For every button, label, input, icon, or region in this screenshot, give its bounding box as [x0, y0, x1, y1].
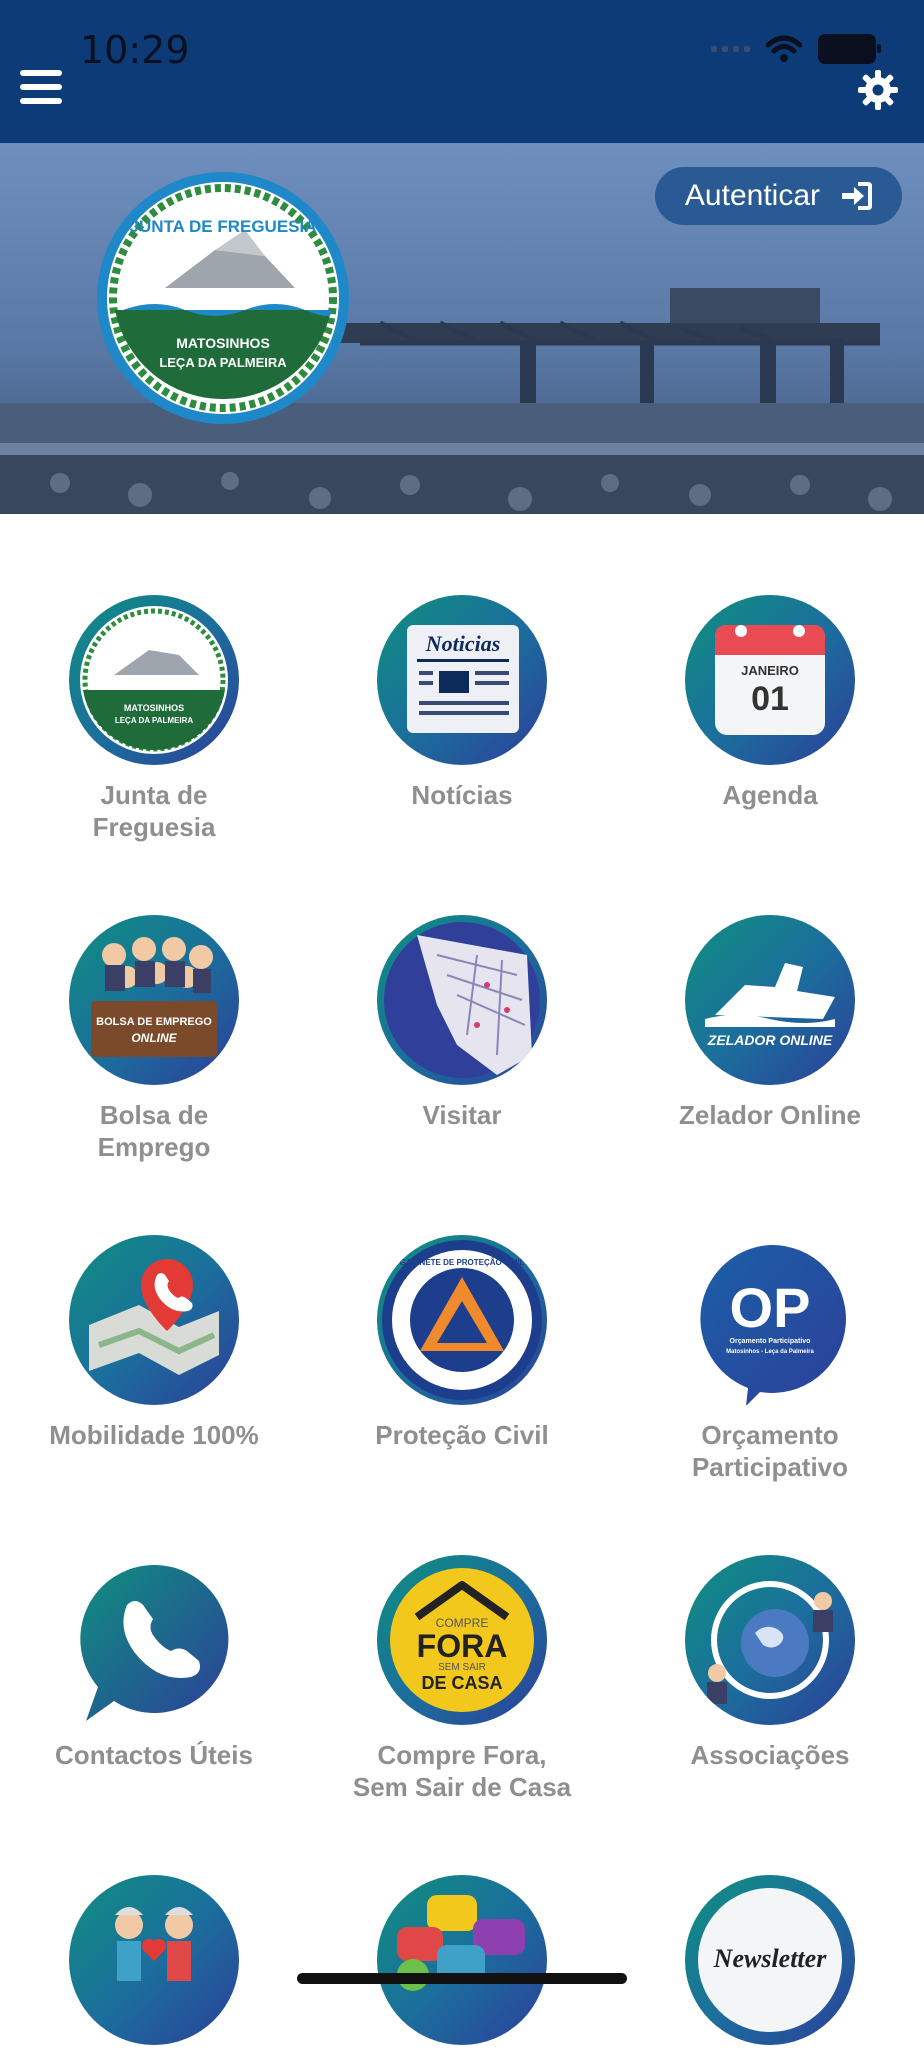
calendar-icon: JANEIRO 01	[685, 595, 855, 765]
battery-icon	[818, 34, 881, 64]
tile-noticias[interactable]: Noticias Notícias	[308, 595, 616, 811]
newsletter-icon: Newsletter	[685, 1875, 855, 2045]
map-icon	[377, 915, 547, 1085]
zelador-icon: ZELADOR ONLINE	[685, 915, 855, 1085]
svg-text:01: 01	[751, 680, 789, 718]
tile-compre-fora[interactable]: COMPRE FORA SEM SAIR DE CASA Compre Fora…	[308, 1555, 616, 1803]
hero-banner: JUNTA DE FREGUESIA MATOSINHOS LEÇA DA PA…	[0, 143, 924, 514]
junta-logo: JUNTA DE FREGUESIA MATOSINHOS LEÇA DA PA…	[97, 172, 349, 424]
authenticate-button[interactable]: Autenticar	[654, 167, 902, 225]
seniors-icon	[69, 1875, 239, 2045]
tile-newsletter[interactable]: Newsletter	[616, 1875, 924, 2059]
tile-speech-bubbles[interactable]	[308, 1875, 616, 2059]
tile-orcamento-participativo[interactable]: OP Orçamento Participativo Matosinhos - …	[616, 1235, 924, 1483]
home-indicator[interactable]	[297, 1973, 627, 1984]
hamburger-icon	[20, 70, 62, 76]
tile-label: Visitar	[422, 1100, 502, 1130]
tile-zelador-online[interactable]: ZELADOR ONLINE Zelador Online	[616, 915, 924, 1131]
tile-agenda[interactable]: JANEIRO 01 Agenda	[616, 595, 924, 811]
phone-icon	[69, 1555, 239, 1725]
tile-associacoes[interactable]: Associações	[616, 1555, 924, 1771]
svg-text:MATOSINHOS: MATOSINHOS	[124, 703, 184, 713]
tile-visitar[interactable]: Visitar	[308, 915, 616, 1131]
svg-text:LEÇA DA PALMEIRA: LEÇA DA PALMEIRA	[115, 716, 194, 725]
cellular-signal-icon	[711, 46, 750, 52]
tile-seniors[interactable]	[0, 1875, 308, 2059]
tile-bolsa-emprego[interactable]: BOLSA DE EMPREGO ONLINE Bolsa de Emprego	[0, 915, 308, 1163]
svg-text:JANEIRO: JANEIRO	[741, 663, 799, 678]
tile-label: Associações	[690, 1740, 850, 1770]
svg-text:Orçamento Participativo: Orçamento Participativo	[730, 1338, 811, 1345]
svg-text:ZELADOR ONLINE: ZELADOR ONLINE	[707, 1032, 833, 1048]
tile-label: Contactos Úteis	[55, 1740, 253, 1770]
associations-icon	[685, 1555, 855, 1725]
tile-label: Agenda	[722, 780, 818, 810]
authenticate-label: Autenticar	[684, 179, 820, 212]
svg-text:Noticias: Noticias	[425, 631, 501, 656]
tile-label: Mobilidade 100%	[49, 1420, 259, 1450]
tile-label: Junta de Freguesia	[92, 780, 216, 842]
junta-logo-icon: MATOSINHOS LEÇA DA PALMEIRA	[69, 595, 239, 765]
settings-button[interactable]	[856, 68, 900, 112]
civil-protection-icon: GABINETE DE PROTEÇÃO CIVIL	[377, 1235, 547, 1405]
sign-in-icon	[842, 182, 872, 210]
wifi-icon	[766, 35, 802, 62]
svg-text:FORA: FORA	[417, 1628, 508, 1664]
map-phone-icon	[69, 1235, 239, 1405]
tile-label: Proteção Civil	[375, 1420, 549, 1450]
svg-text:ONLINE: ONLINE	[131, 1031, 177, 1045]
logo-bottom-line2: LEÇA DA PALMEIRA	[159, 355, 287, 370]
top-bar: 10:29	[0, 0, 924, 143]
svg-text:OP: OP	[730, 1276, 811, 1339]
newspaper-icon: Noticias	[377, 595, 547, 765]
tile-junta-freguesia[interactable]: MATOSINHOS LEÇA DA PALMEIRA Junta de Freg…	[0, 595, 308, 843]
svg-text:GABINETE DE PROTEÇÃO CIVIL: GABINETE DE PROTEÇÃO CIVIL	[400, 1258, 525, 1267]
tile-mobilidade[interactable]: Mobilidade 100%	[0, 1235, 308, 1451]
logo-top-text: JUNTA DE FREGUESIA	[129, 217, 316, 236]
svg-text:Matosinhos - Leça da Palmeira: Matosinhos - Leça da Palmeira	[726, 1349, 814, 1355]
tile-contactos-uteis[interactable]: Contactos Úteis	[0, 1555, 308, 1771]
status-icons	[711, 34, 881, 64]
logo-bottom-line1: MATOSINHOS	[176, 335, 270, 351]
tile-label: Bolsa de Emprego	[97, 1100, 211, 1162]
svg-text:SEM SAIR: SEM SAIR	[438, 1662, 486, 1673]
tile-label: Compre Fora, Sem Sair de Casa	[352, 1740, 572, 1802]
svg-text:BOLSA DE EMPREGO: BOLSA DE EMPREGO	[96, 1016, 212, 1028]
status-time: 10:29	[80, 28, 190, 72]
menu-button[interactable]	[20, 70, 62, 108]
tile-label: Orçamento Participativo	[691, 1420, 849, 1482]
tile-label: Notícias	[411, 780, 513, 810]
svg-text:DE CASA: DE CASA	[421, 1673, 502, 1693]
op-icon: OP Orçamento Participativo Matosinhos - …	[685, 1235, 855, 1406]
job-board-icon: BOLSA DE EMPREGO ONLINE	[69, 915, 239, 1085]
svg-text:Newsletter: Newsletter	[713, 1944, 828, 1973]
tile-label: Zelador Online	[678, 1100, 862, 1130]
tile-protecao-civil[interactable]: GABINETE DE PROTEÇÃO CIVIL Proteção Civi…	[308, 1235, 616, 1451]
shop-home-icon: COMPRE FORA SEM SAIR DE CASA	[377, 1555, 547, 1725]
speech-bubbles-icon	[377, 1875, 547, 2045]
